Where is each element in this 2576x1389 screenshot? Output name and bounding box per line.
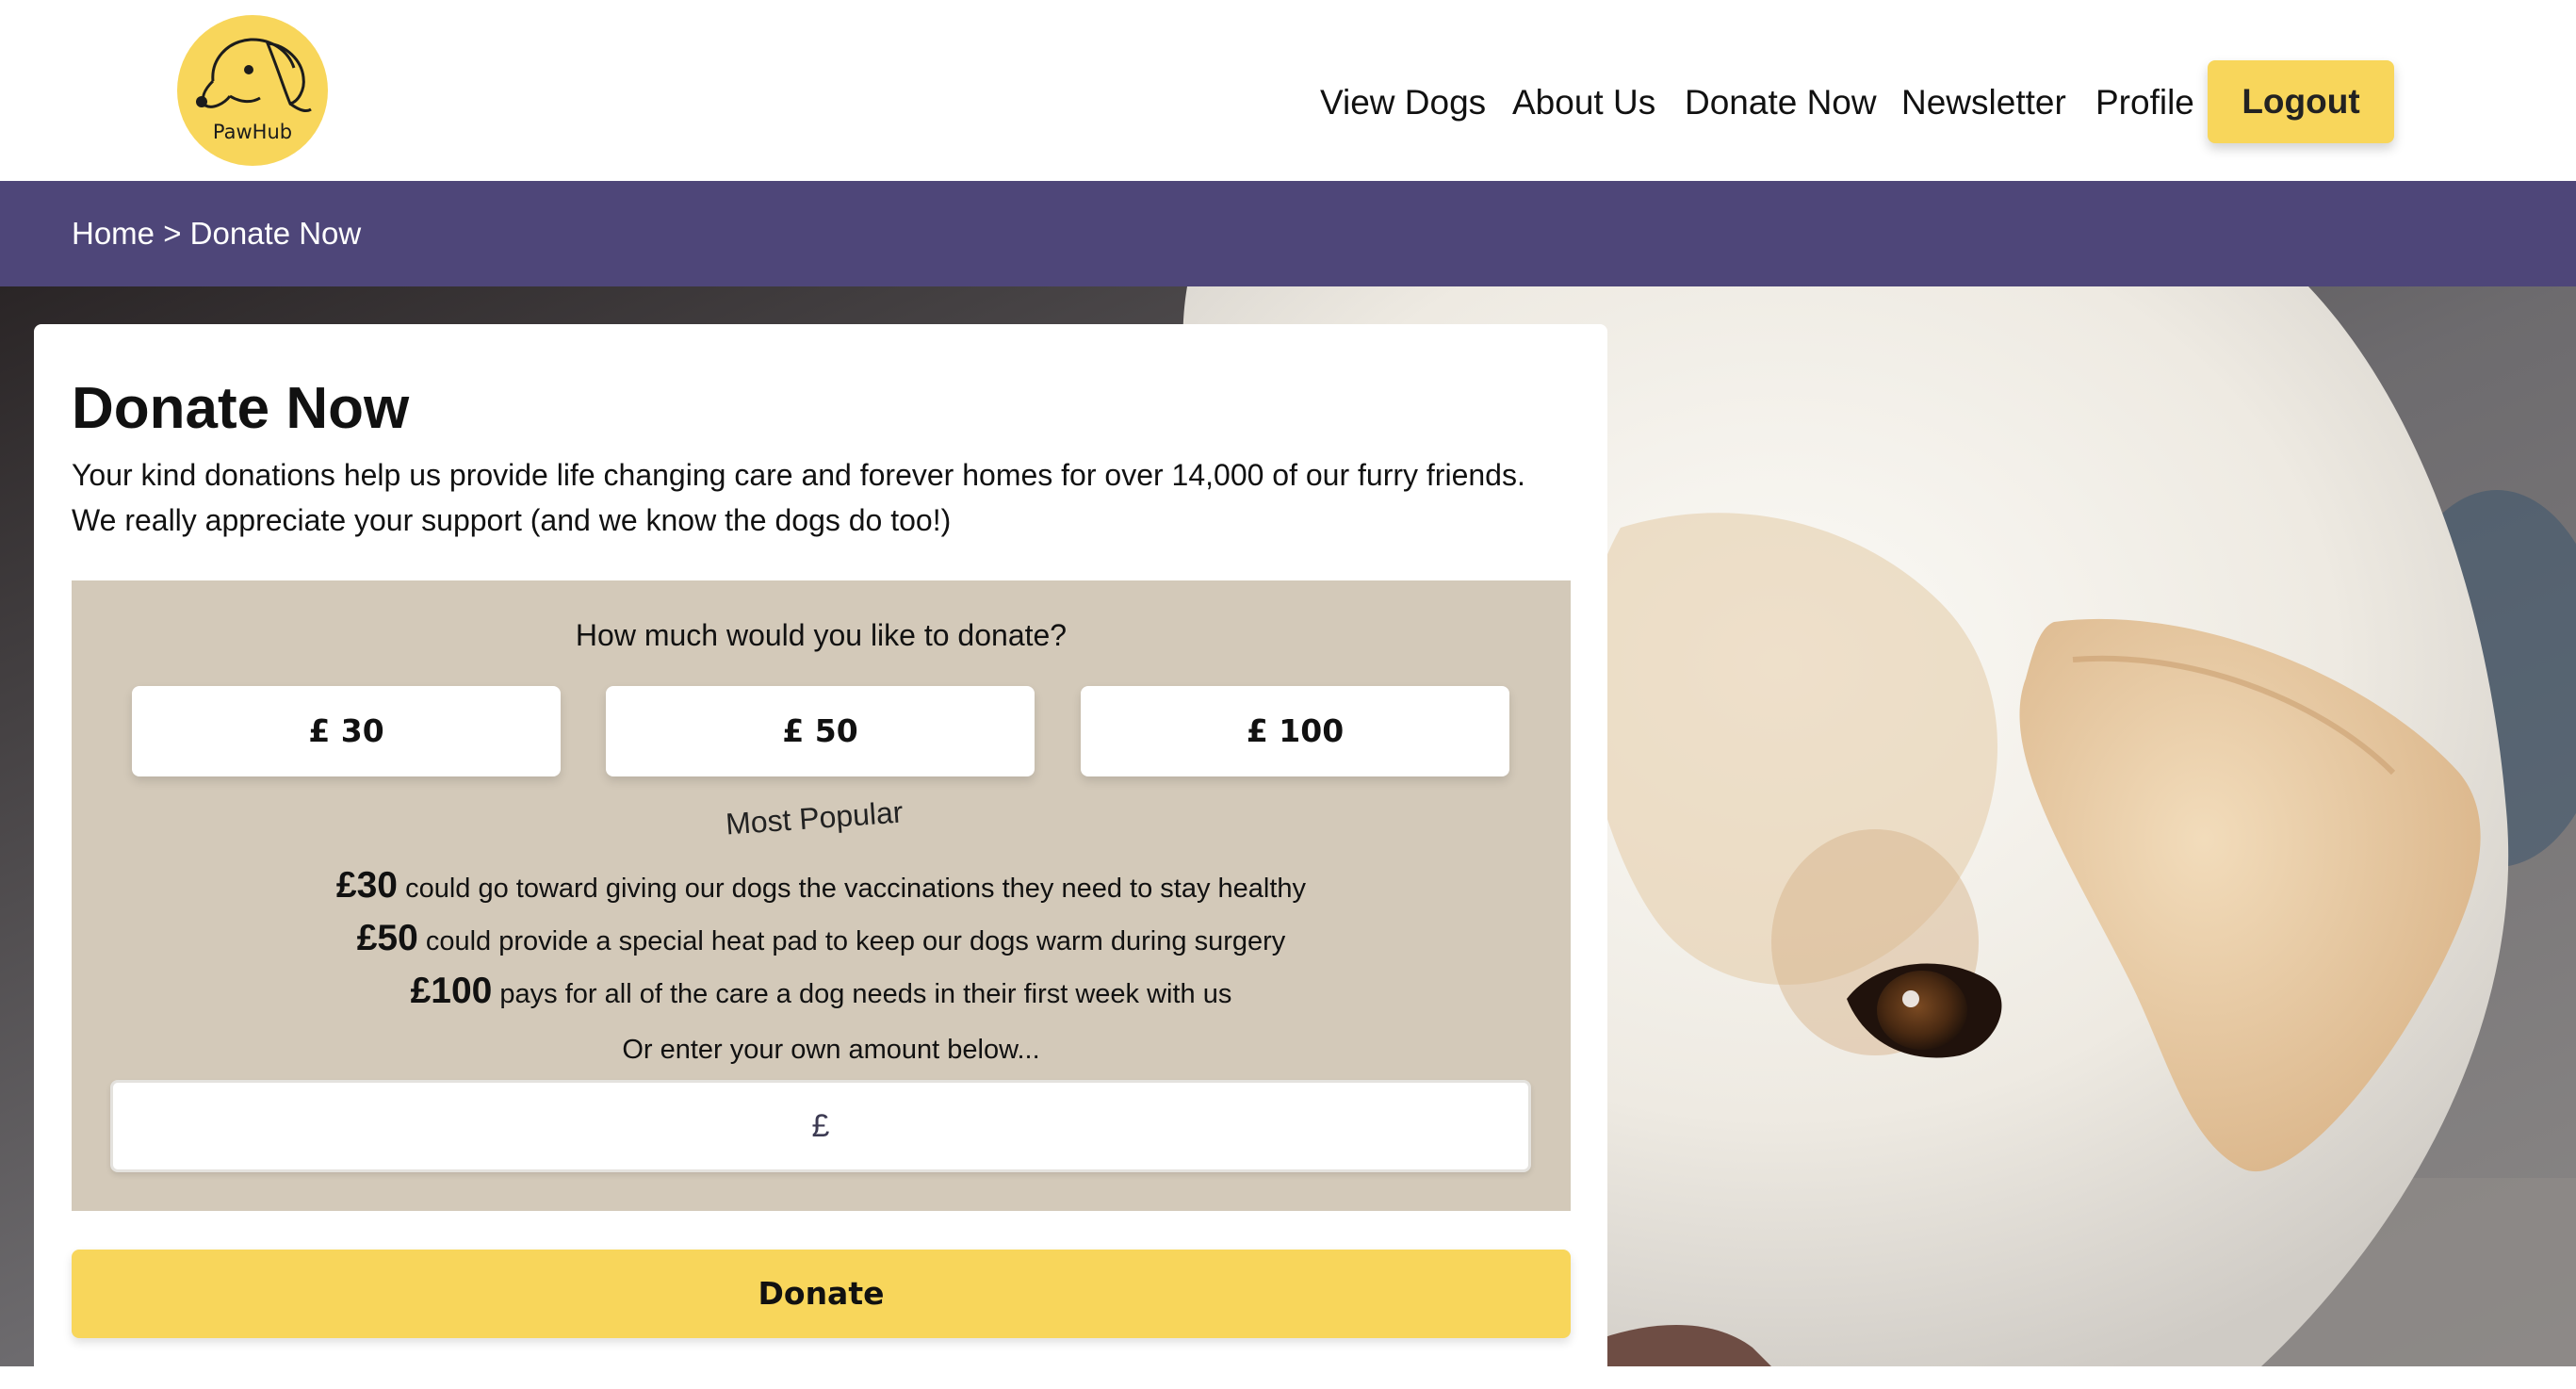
- dog-logo-icon: [196, 38, 312, 113]
- nav-newsletter[interactable]: Newsletter: [1901, 60, 2066, 145]
- intro-line-2: We really appreciate your support (and w…: [72, 503, 952, 537]
- nav-donate-now[interactable]: Donate Now: [1685, 60, 1877, 145]
- nav-profile[interactable]: Profile: [2095, 60, 2194, 145]
- brand-name: PawHub: [212, 121, 293, 143]
- custom-amount-input[interactable]: [110, 1080, 1531, 1172]
- donation-question: How much would you like to donate?: [575, 618, 1068, 652]
- impact-text: could go toward giving our dogs the vacc…: [405, 874, 1307, 904]
- impact-line-30: £30 could go toward giving our dogs the …: [72, 865, 1571, 907]
- nav-about-us[interactable]: About Us: [1512, 60, 1655, 145]
- impact-amount: £50: [356, 918, 418, 958]
- intro-text: Your kind donations help us provide life…: [72, 452, 1598, 543]
- donate-button[interactable]: Donate: [72, 1250, 1571, 1338]
- impact-amount: £30: [335, 865, 398, 906]
- amount-50-button[interactable]: £ 50: [606, 686, 1035, 776]
- impact-text: pays for all of the care a dog needs in …: [499, 979, 1232, 1009]
- intro-line-1: Your kind donations help us provide life…: [72, 458, 1525, 492]
- site-header: PawHub View Dogs About Us Donate Now New…: [0, 0, 2576, 181]
- breadcrumb[interactable]: Home > Donate Now: [72, 181, 361, 286]
- impact-amount: £100: [410, 971, 493, 1011]
- own-amount-label: Or enter your own amount below...: [622, 1035, 1040, 1065]
- amount-30-button[interactable]: £ 30: [132, 686, 561, 776]
- pawhub-logo[interactable]: PawHub: [177, 15, 328, 166]
- logout-button[interactable]: Logout: [2208, 60, 2394, 143]
- page-title: Donate Now: [72, 376, 410, 441]
- impact-line-100: £100 pays for all of the care a dog need…: [72, 971, 1571, 1012]
- amount-100-button[interactable]: £ 100: [1081, 686, 1509, 776]
- nav-view-dogs[interactable]: View Dogs: [1320, 60, 1486, 145]
- impact-text: could provide a special heat pad to keep…: [425, 926, 1286, 956]
- breadcrumb-bar: Home > Donate Now: [0, 181, 2576, 286]
- impact-line-50: £50 could provide a special heat pad to …: [72, 918, 1571, 959]
